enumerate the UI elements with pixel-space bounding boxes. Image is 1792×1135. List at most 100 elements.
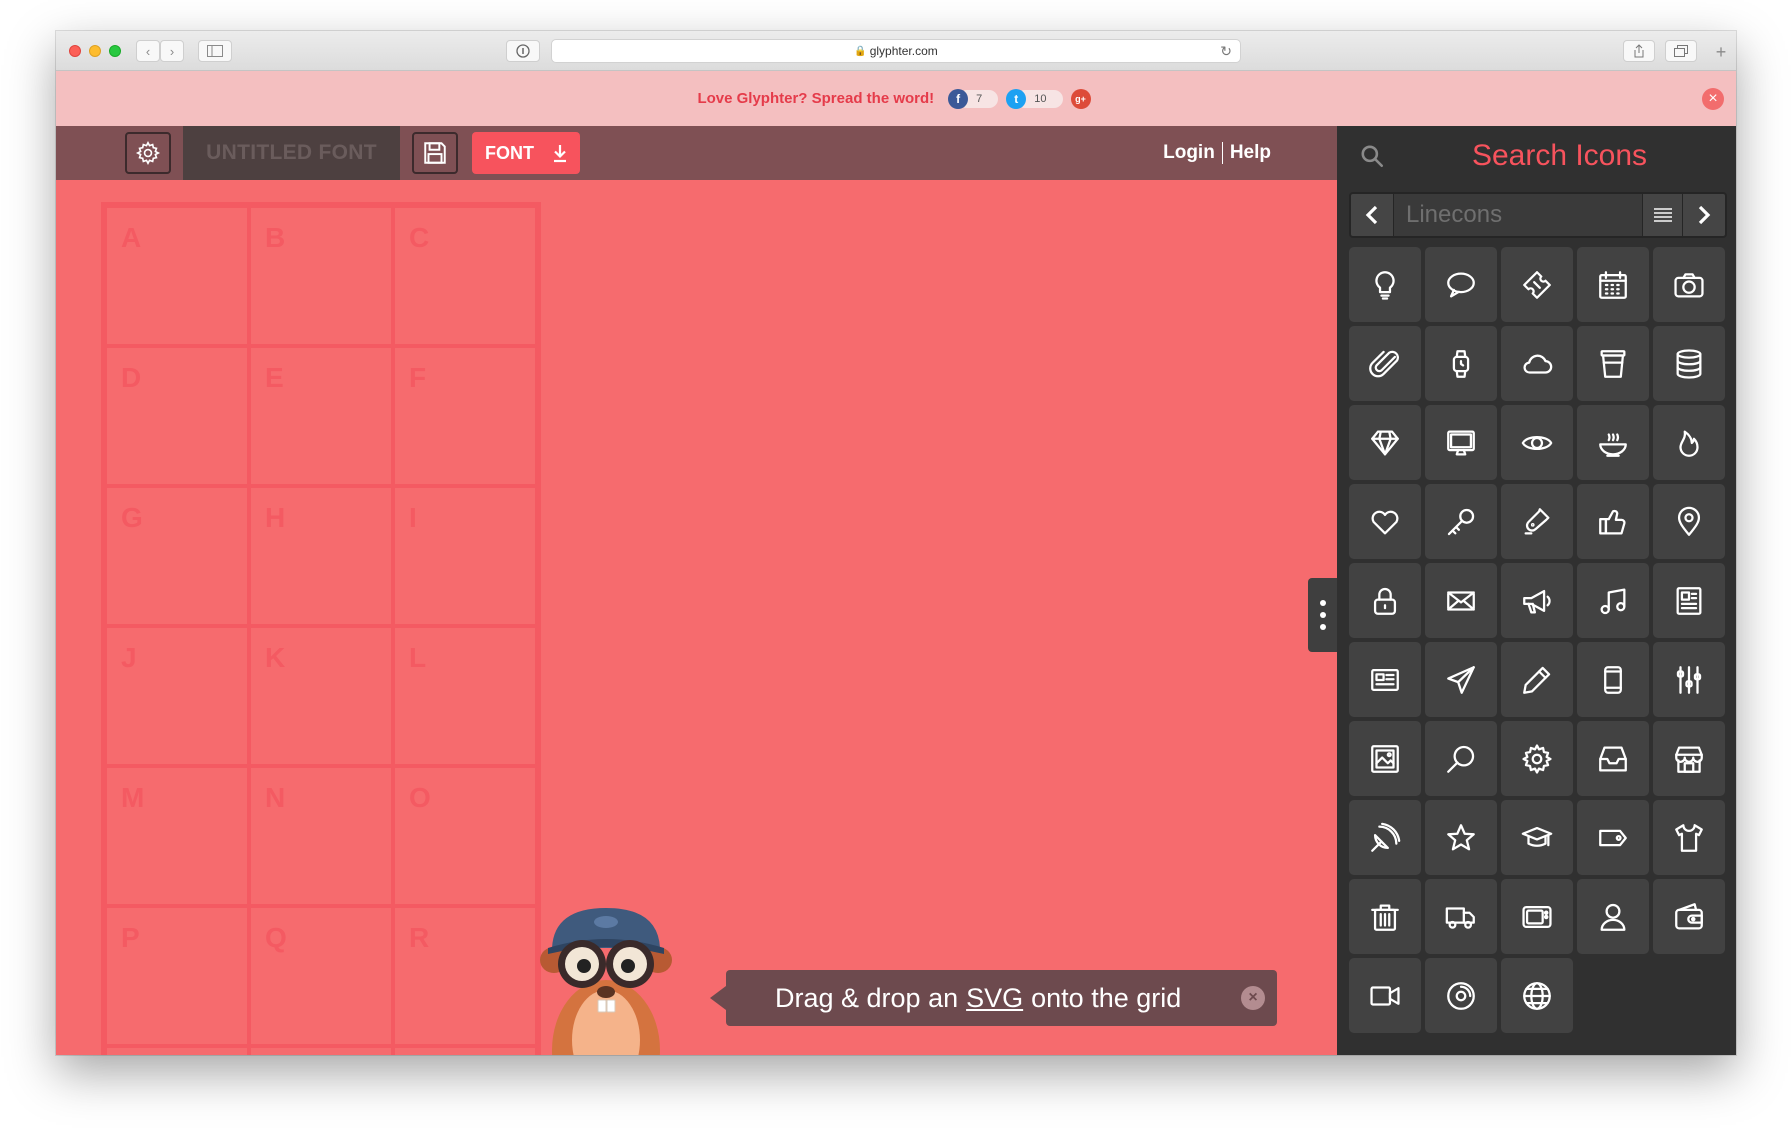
icon-tile[interactable]: [1653, 879, 1725, 954]
glyph-cell[interactable]: K: [249, 626, 393, 766]
icon-tile[interactable]: [1425, 958, 1497, 1033]
help-link[interactable]: Help: [1230, 142, 1271, 164]
icon-set-name[interactable]: Linecons: [1393, 194, 1643, 236]
glyph-cell[interactable]: F: [393, 346, 537, 486]
icon-tile[interactable]: [1425, 642, 1497, 717]
icon-tile[interactable]: [1577, 247, 1649, 322]
back-button[interactable]: ‹: [136, 40, 160, 62]
close-banner-icon[interactable]: ×: [1702, 88, 1724, 110]
glyph-cell[interactable]: U: [393, 1046, 537, 1055]
glyph-cell[interactable]: O: [393, 766, 537, 906]
icon-tile[interactable]: [1349, 642, 1421, 717]
list-icon[interactable]: [1643, 194, 1683, 236]
icon-tile[interactable]: [1653, 800, 1725, 875]
glyph-cell[interactable]: A: [105, 206, 249, 346]
search-icon[interactable]: [1337, 143, 1407, 169]
facebook-icon[interactable]: f: [948, 88, 969, 109]
zoom-window-button[interactable]: [109, 45, 121, 57]
icon-tile[interactable]: [1349, 484, 1421, 559]
icon-tile[interactable]: [1349, 958, 1421, 1033]
glyph-cell[interactable]: S: [105, 1046, 249, 1055]
glyph-cell[interactable]: J: [105, 626, 249, 766]
search-icons-title[interactable]: Search Icons: [1407, 139, 1736, 173]
icon-tile[interactable]: [1501, 484, 1573, 559]
icon-tile[interactable]: [1425, 721, 1497, 796]
icon-tile[interactable]: [1349, 247, 1421, 322]
twitter-icon[interactable]: t: [1006, 88, 1027, 109]
tabs-overview-icon[interactable]: [1665, 40, 1697, 62]
icon-tile[interactable]: [1577, 879, 1649, 954]
glyph-cell[interactable]: C: [393, 206, 537, 346]
icon-tile[interactable]: [1501, 326, 1573, 401]
minimize-window-button[interactable]: [89, 45, 101, 57]
login-link[interactable]: Login: [1163, 142, 1215, 164]
icon-tile[interactable]: [1653, 247, 1725, 322]
download-font-button[interactable]: FONT: [472, 132, 580, 174]
glyph-cell[interactable]: P: [105, 906, 249, 1046]
save-button[interactable]: [412, 132, 458, 174]
icon-tile[interactable]: [1577, 642, 1649, 717]
icon-tile[interactable]: [1653, 484, 1725, 559]
glyph-cell[interactable]: I: [393, 486, 537, 626]
icon-tile[interactable]: [1501, 958, 1573, 1033]
icon-tile[interactable]: [1349, 326, 1421, 401]
address-bar[interactable]: 🔒 glyphter.com ↻: [551, 39, 1241, 63]
glyph-cell[interactable]: D: [105, 346, 249, 486]
icon-tile[interactable]: [1577, 563, 1649, 638]
icon-tile[interactable]: [1501, 405, 1573, 480]
icon-tile[interactable]: [1653, 326, 1725, 401]
twitter-share[interactable]: t 10: [1006, 88, 1063, 109]
svg-help-link[interactable]: SVG: [966, 983, 1023, 1014]
icon-tile[interactable]: [1501, 721, 1573, 796]
icon-tile[interactable]: [1349, 879, 1421, 954]
icon-tile[interactable]: [1577, 721, 1649, 796]
icon-tile[interactable]: [1501, 642, 1573, 717]
glyph-cell[interactable]: N: [249, 766, 393, 906]
icon-tile[interactable]: [1425, 326, 1497, 401]
icon-tile[interactable]: [1577, 405, 1649, 480]
privacy-report-icon[interactable]: [506, 40, 540, 62]
icon-tile[interactable]: [1349, 405, 1421, 480]
glyph-cell[interactable]: L: [393, 626, 537, 766]
icon-tile[interactable]: [1425, 405, 1497, 480]
next-set-button[interactable]: [1683, 194, 1725, 236]
glyph-cell[interactable]: G: [105, 486, 249, 626]
glyph-cell[interactable]: Q: [249, 906, 393, 1046]
font-name-input[interactable]: UNTITLED FONT: [183, 126, 400, 180]
panel-resize-handle[interactable]: [1308, 578, 1337, 652]
icon-tile[interactable]: [1349, 563, 1421, 638]
close-hint-icon[interactable]: ×: [1241, 986, 1265, 1010]
icon-tile[interactable]: [1501, 800, 1573, 875]
share-icon[interactable]: [1623, 40, 1655, 62]
icon-tile[interactable]: [1425, 563, 1497, 638]
icon-tile[interactable]: [1501, 879, 1573, 954]
new-tab-button[interactable]: +: [1708, 41, 1734, 63]
icon-tile[interactable]: [1425, 247, 1497, 322]
previous-set-button[interactable]: [1351, 194, 1393, 236]
icon-tile[interactable]: [1577, 326, 1649, 401]
icon-tile[interactable]: [1577, 800, 1649, 875]
icon-tile[interactable]: [1653, 563, 1725, 638]
icon-tile[interactable]: [1501, 247, 1573, 322]
glyph-cell[interactable]: T: [249, 1046, 393, 1055]
glyph-cell[interactable]: B: [249, 206, 393, 346]
icon-tile[interactable]: [1653, 721, 1725, 796]
google-plus-icon[interactable]: g+: [1070, 88, 1091, 109]
icon-tile[interactable]: [1425, 800, 1497, 875]
forward-button[interactable]: ›: [160, 40, 184, 62]
glyph-cell[interactable]: R: [393, 906, 537, 1046]
facebook-share[interactable]: f 7: [948, 88, 999, 109]
icon-tile[interactable]: [1653, 642, 1725, 717]
icon-tile[interactable]: [1501, 563, 1573, 638]
glyph-cell[interactable]: H: [249, 486, 393, 626]
icon-tile[interactable]: [1349, 800, 1421, 875]
settings-button[interactable]: [125, 132, 171, 174]
close-window-button[interactable]: [69, 45, 81, 57]
sidebar-toggle-icon[interactable]: [198, 40, 232, 62]
reload-icon[interactable]: ↻: [1220, 43, 1232, 60]
icon-tile[interactable]: [1577, 484, 1649, 559]
icon-tile[interactable]: [1653, 405, 1725, 480]
glyph-cell[interactable]: M: [105, 766, 249, 906]
google-plus-share[interactable]: g+: [1070, 88, 1091, 109]
glyph-cell[interactable]: E: [249, 346, 393, 486]
